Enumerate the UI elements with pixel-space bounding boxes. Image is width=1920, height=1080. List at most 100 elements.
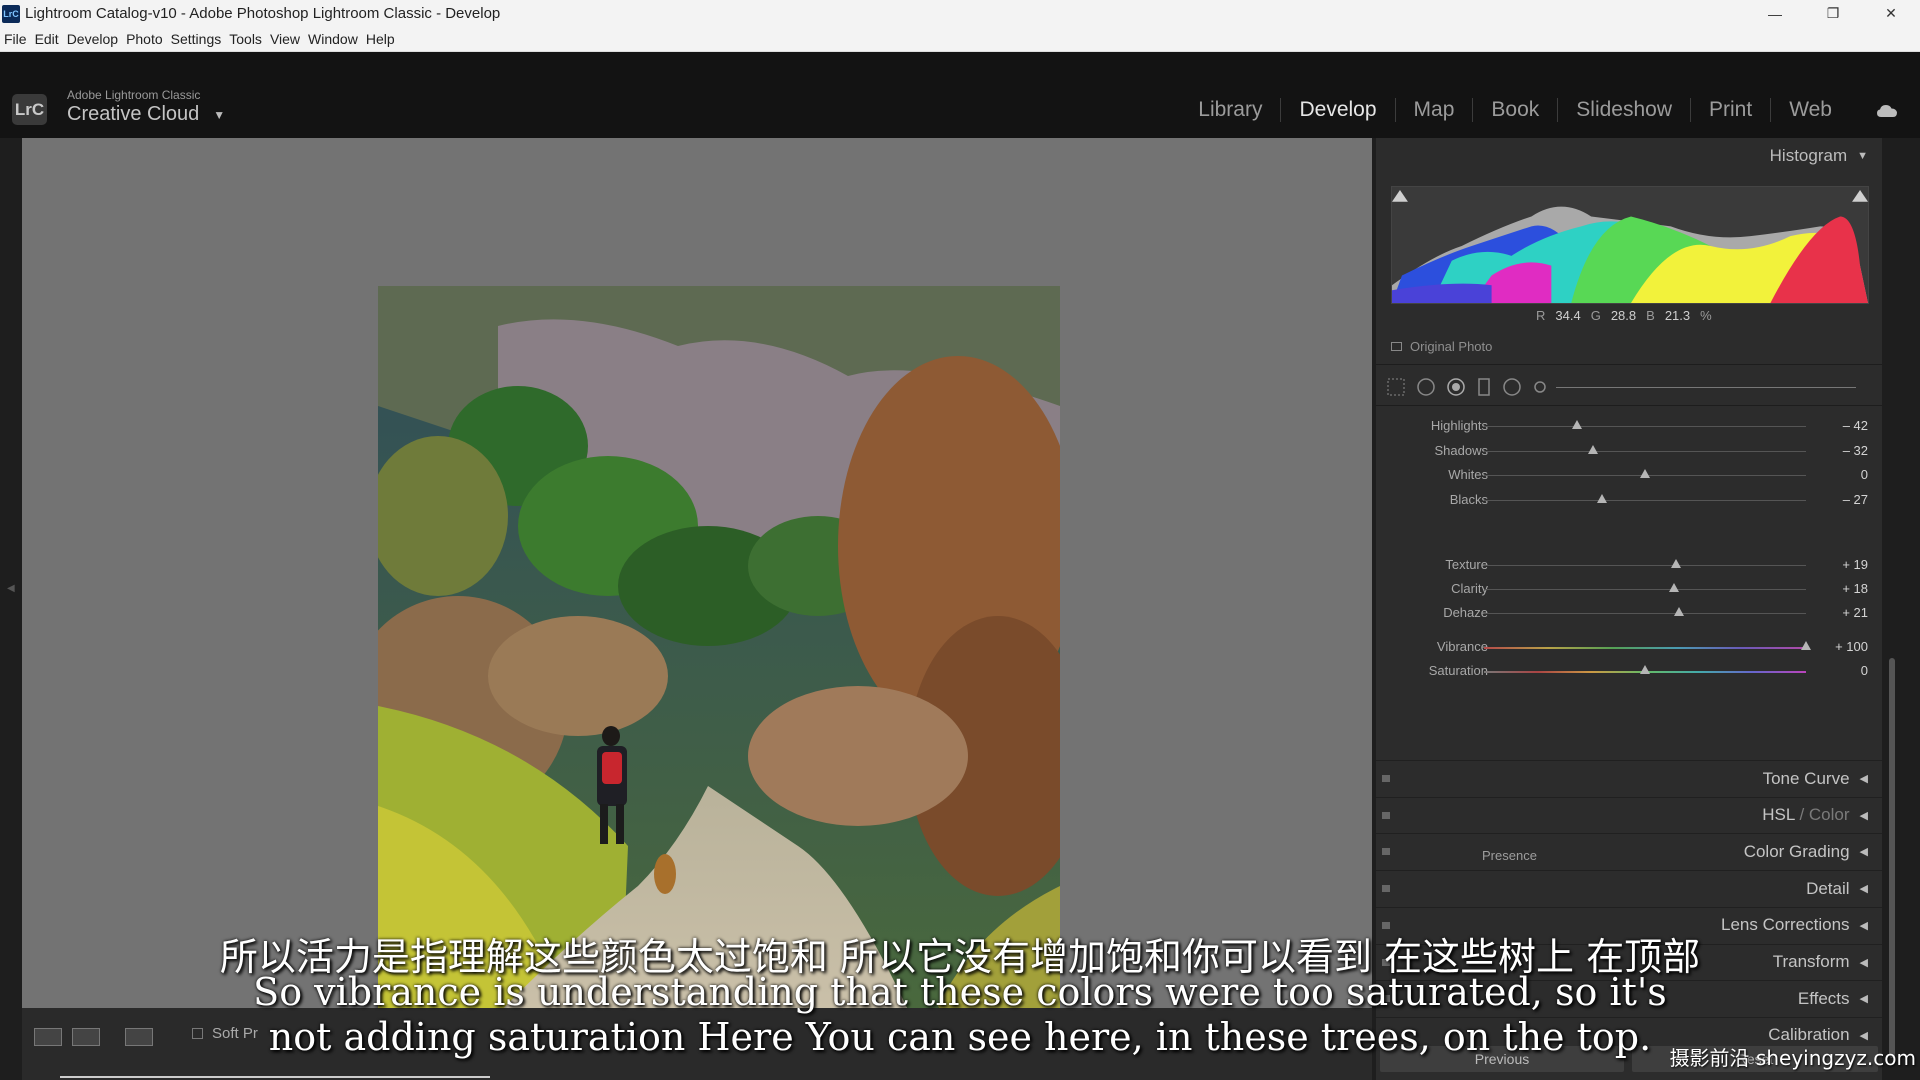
expand-triangle-icon[interactable]: ◀ bbox=[1860, 809, 1868, 822]
menu-window[interactable]: Window bbox=[304, 31, 362, 47]
clarity-track[interactable] bbox=[1484, 589, 1806, 590]
identity-plate-bar: LrC Adobe Lightroom Classic Creative Clo… bbox=[0, 52, 1920, 138]
module-book[interactable]: Book bbox=[1472, 98, 1557, 122]
b-value: 21.3 bbox=[1664, 308, 1691, 323]
texture-slider-thumb[interactable] bbox=[1670, 559, 1681, 568]
menu-tools[interactable]: Tools bbox=[225, 31, 266, 47]
expand-triangle-icon[interactable]: ◀ bbox=[1860, 882, 1868, 895]
menu-file[interactable]: File bbox=[0, 31, 31, 47]
subtitle-english-line-1: So vibrance is understanding that these … bbox=[253, 970, 1667, 1014]
panel-section-tone-curve[interactable]: Tone Curve ◀ bbox=[1376, 760, 1882, 796]
b-label: B bbox=[1646, 308, 1655, 323]
menu-bar: File Edit Develop Photo Settings Tools V… bbox=[0, 27, 1920, 52]
blacks-slider-thumb[interactable] bbox=[1596, 493, 1607, 503]
collapse-triangle-icon[interactable]: ▼ bbox=[1857, 150, 1868, 162]
menu-view[interactable]: View bbox=[266, 31, 304, 47]
close-button[interactable]: ✕ bbox=[1862, 0, 1920, 27]
module-library[interactable]: Library bbox=[1180, 98, 1280, 122]
texture-value[interactable]: + 19 bbox=[1808, 557, 1868, 572]
clarity-label: Clarity bbox=[1451, 581, 1488, 596]
menu-settings[interactable]: Settings bbox=[167, 31, 226, 47]
detail-label: Detail bbox=[1806, 878, 1850, 898]
tone-curve-title: Tone Curve bbox=[1763, 769, 1850, 789]
expand-triangle-icon[interactable]: ◀ bbox=[1860, 845, 1868, 858]
texture-track[interactable] bbox=[1484, 565, 1806, 566]
blacks-slider[interactable]: Blacks – 27 bbox=[1376, 490, 1882, 510]
highlights-slider[interactable]: Highlights – 42 bbox=[1376, 416, 1882, 436]
shadows-slider-thumb[interactable] bbox=[1588, 444, 1599, 454]
menu-edit[interactable]: Edit bbox=[31, 31, 63, 47]
image-canvas[interactable] bbox=[22, 138, 1372, 1078]
hsl-label: HSL bbox=[1762, 805, 1795, 825]
shadows-slider[interactable]: Shadows – 32 bbox=[1376, 441, 1882, 461]
highlights-slider-thumb[interactable] bbox=[1572, 420, 1583, 429]
dehaze-value[interactable]: + 21 bbox=[1808, 605, 1868, 620]
highlights-track[interactable] bbox=[1484, 426, 1806, 427]
adjustment-brush-icon[interactable] bbox=[1530, 377, 1550, 397]
restore-button[interactable]: ❐ bbox=[1804, 0, 1862, 27]
dehaze-slider[interactable]: Dehaze + 21 bbox=[1376, 603, 1882, 623]
identity-plate[interactable]: Creative Cloud ▼ bbox=[67, 103, 225, 126]
original-photo-checkbox[interactable] bbox=[1391, 342, 1402, 351]
menu-help[interactable]: Help bbox=[362, 31, 399, 47]
vibrance-slider[interactable]: Vibrance + 100 bbox=[1376, 637, 1882, 657]
saturation-slider[interactable]: Saturation 0 bbox=[1376, 661, 1882, 681]
histogram-header[interactable]: Histogram ▼ bbox=[1376, 138, 1882, 174]
menu-photo[interactable]: Photo bbox=[122, 31, 167, 47]
module-picker: Library Develop Map Book Slideshow Print… bbox=[1180, 98, 1850, 122]
module-develop[interactable]: Develop bbox=[1280, 98, 1394, 122]
texture-slider[interactable]: Texture + 19 bbox=[1376, 555, 1882, 575]
whites-value[interactable]: 0 bbox=[1808, 467, 1868, 482]
minimize-button[interactable]: — bbox=[1746, 0, 1804, 27]
radial-filter-icon[interactable] bbox=[1502, 377, 1522, 397]
dehaze-slider-thumb[interactable] bbox=[1673, 607, 1684, 616]
dehaze-track[interactable] bbox=[1484, 613, 1806, 614]
section-separator: / bbox=[1794, 805, 1809, 825]
highlights-value[interactable]: – 42 bbox=[1808, 418, 1868, 433]
histogram-title: Histogram bbox=[1769, 146, 1848, 165]
panel-section-detail[interactable]: Detail ◀ bbox=[1376, 870, 1882, 906]
clarity-value[interactable]: + 18 bbox=[1808, 581, 1868, 596]
percent-unit: % bbox=[1700, 308, 1712, 323]
hsl-extra-label[interactable]: Color bbox=[1809, 805, 1850, 824]
panel-section-hsl[interactable]: HSL / Color ◀ bbox=[1376, 796, 1882, 833]
original-photo-toggle[interactable]: Original Photo bbox=[1391, 339, 1492, 354]
whites-label: Whites bbox=[1448, 467, 1488, 482]
dehaze-label: Dehaze bbox=[1443, 605, 1488, 620]
cloud-sync-icon[interactable] bbox=[1876, 102, 1898, 120]
module-print[interactable]: Print bbox=[1690, 98, 1770, 122]
subtitle-english-line-2: not adding saturation Here You can see h… bbox=[268, 1015, 1652, 1059]
module-web[interactable]: Web bbox=[1770, 98, 1850, 122]
whites-slider[interactable]: Whites 0 bbox=[1376, 465, 1882, 485]
blacks-track[interactable] bbox=[1484, 499, 1806, 501]
histogram-graph[interactable] bbox=[1391, 186, 1869, 304]
saturation-value[interactable]: 0 bbox=[1808, 663, 1868, 678]
shadows-value[interactable]: – 32 bbox=[1808, 443, 1868, 458]
vibrance-track[interactable] bbox=[1484, 647, 1806, 649]
menu-develop[interactable]: Develop bbox=[63, 31, 122, 47]
clarity-slider-thumb[interactable] bbox=[1668, 583, 1679, 592]
r-value: 34.4 bbox=[1555, 308, 1581, 323]
shadows-track[interactable] bbox=[1484, 450, 1806, 452]
vibrance-value[interactable]: + 100 bbox=[1808, 639, 1868, 654]
blacks-label: Blacks bbox=[1449, 491, 1488, 507]
blacks-value[interactable]: – 27 bbox=[1808, 492, 1868, 507]
chevron-down-icon[interactable]: ▼ bbox=[213, 108, 225, 122]
expand-left-panel-icon[interactable]: ◀ bbox=[7, 583, 15, 594]
expand-triangle-icon[interactable]: ◀ bbox=[1860, 772, 1868, 785]
panel-switch-icon[interactable] bbox=[1382, 775, 1390, 782]
whites-slider-thumb[interactable] bbox=[1640, 469, 1650, 478]
panel-section-color-grading[interactable]: Color Grading ◀ bbox=[1376, 833, 1882, 869]
crop-overlay-icon[interactable] bbox=[1386, 377, 1406, 397]
panel-switch-icon[interactable] bbox=[1382, 885, 1390, 893]
panel-switch-icon[interactable] bbox=[1382, 848, 1390, 856]
saturation-label: Saturation bbox=[1428, 663, 1488, 678]
red-eye-icon[interactable] bbox=[1446, 377, 1466, 397]
graduated-filter-icon[interactable] bbox=[1474, 377, 1494, 397]
module-map[interactable]: Map bbox=[1394, 98, 1473, 122]
module-slideshow[interactable]: Slideshow bbox=[1557, 98, 1690, 122]
clarity-slider[interactable]: Clarity + 18 bbox=[1376, 579, 1882, 599]
spot-removal-icon[interactable] bbox=[1416, 377, 1436, 397]
saturation-slider-thumb[interactable] bbox=[1640, 665, 1650, 674]
panel-switch-icon[interactable] bbox=[1382, 811, 1390, 819]
